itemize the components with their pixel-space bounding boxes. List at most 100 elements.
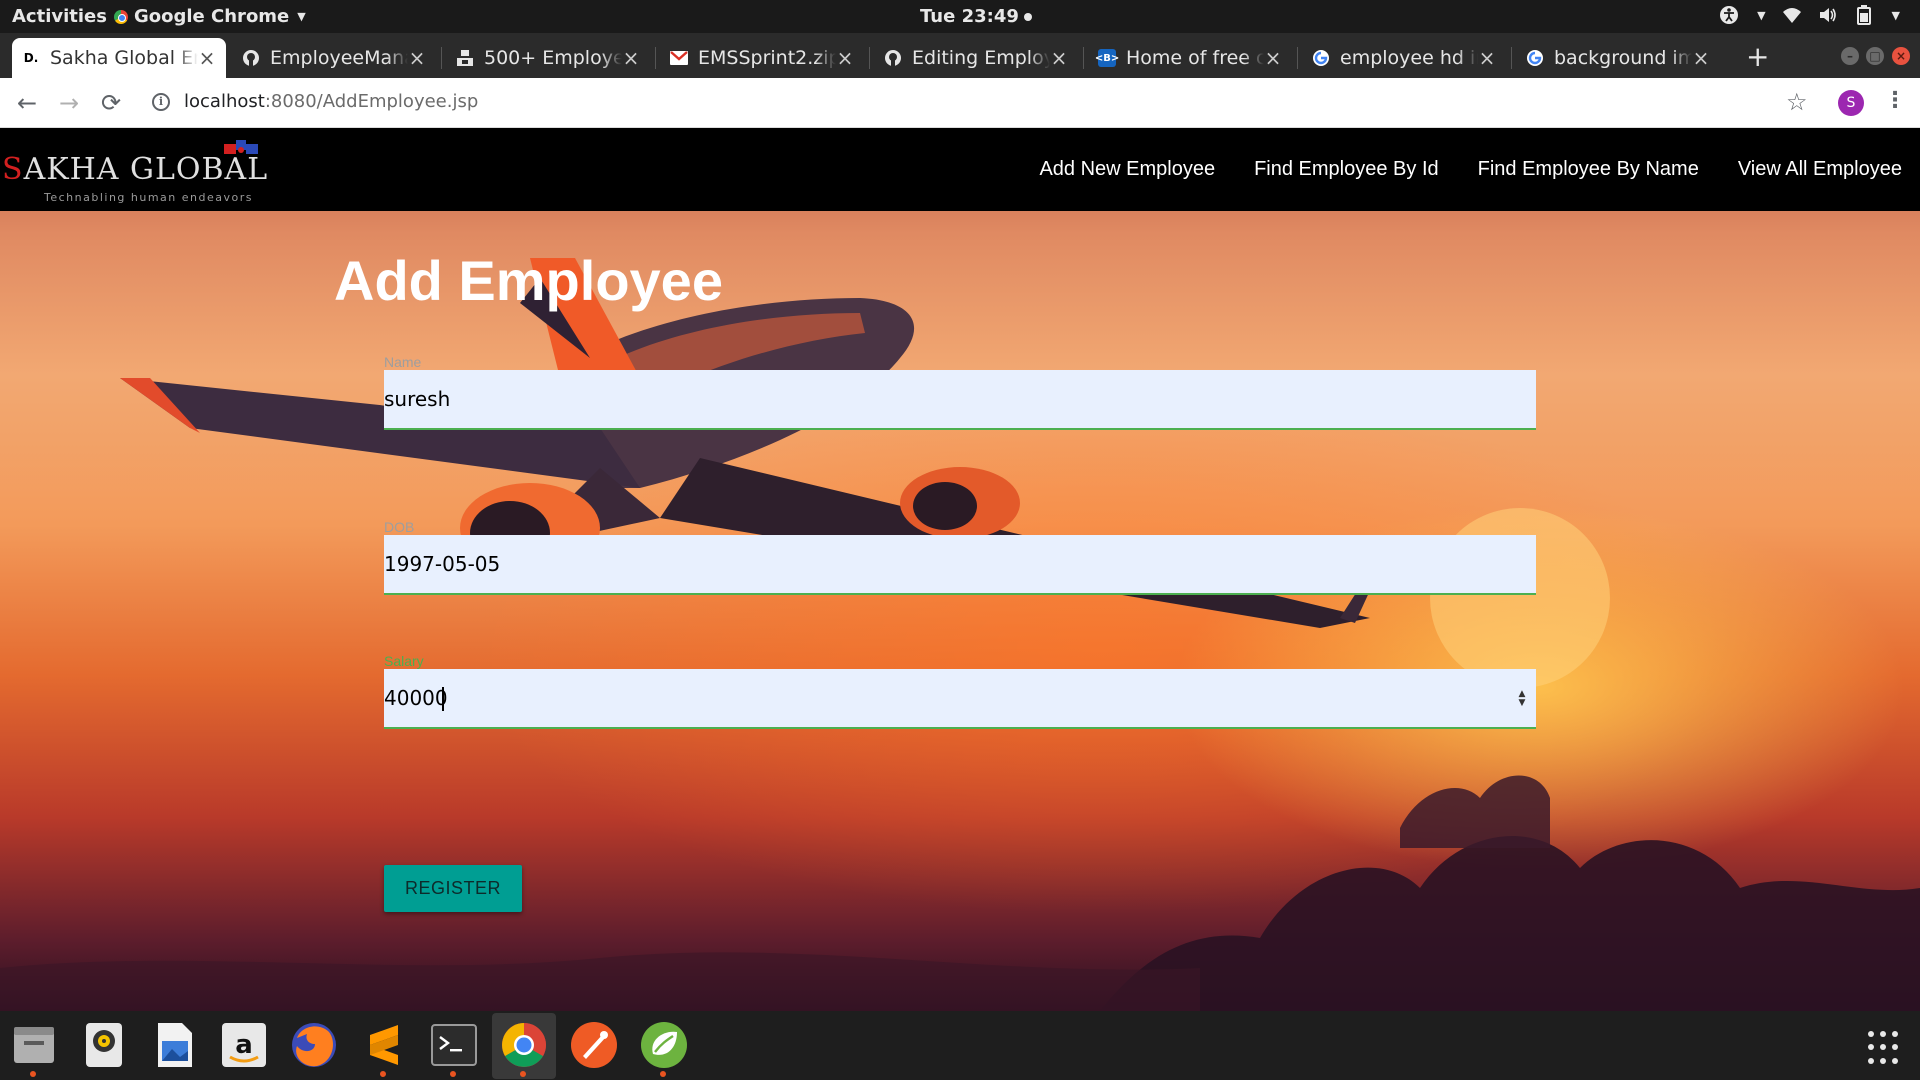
profile-avatar[interactable]: S	[1838, 90, 1864, 116]
wifi-icon	[1782, 5, 1802, 25]
files-icon[interactable]	[8, 1019, 60, 1077]
close-icon[interactable]: ×	[1692, 46, 1710, 70]
gmail-icon	[670, 49, 688, 67]
logo-rest: AKHA GLOBAL	[23, 152, 269, 187]
postman-icon[interactable]	[568, 1019, 620, 1071]
name-field-group: Name	[384, 350, 1536, 440]
name-input[interactable]	[384, 370, 1536, 430]
sakha-global-logo[interactable]: SAKHA GLOBAL Technabling human endeavors	[2, 134, 267, 206]
app-menu-label: Google Chrome	[134, 6, 290, 27]
nav-add-new-employee[interactable]: Add New Employee	[1039, 158, 1215, 181]
close-icon[interactable]: ×	[408, 46, 426, 70]
spin-down-icon[interactable]: ▼	[1519, 699, 1526, 708]
address-bar[interactable]: i localhost:8080/AddEmployee.jsp	[152, 91, 478, 112]
tab-employee-photos[interactable]: 500+ Employee Stock Photos ×	[446, 38, 650, 78]
browser-toolbar: ← → ⟳ i localhost:8080/AddEmployee.jsp ☆…	[0, 78, 1920, 128]
tab-separator	[1297, 47, 1298, 69]
forward-button[interactable]: →	[56, 90, 82, 116]
back-button[interactable]: ←	[14, 90, 40, 116]
tab-separator	[869, 47, 870, 69]
tab-separator	[1511, 47, 1512, 69]
chrome-menu-icon[interactable]: ⋮	[1884, 88, 1906, 113]
spring-tool-suite-icon[interactable]	[638, 1019, 690, 1077]
image-viewer-icon[interactable]	[148, 1019, 200, 1071]
window-close-button[interactable]: ×	[1892, 47, 1910, 65]
reload-button[interactable]: ⟳	[98, 90, 124, 116]
tab-strip: D. Sakha Global Employee Management × Em…	[0, 33, 1920, 78]
tab-separator	[441, 47, 442, 69]
chevron-down-icon: ▼	[1891, 8, 1900, 22]
system-tray[interactable]: ▼ ▼	[1719, 5, 1900, 25]
activities-button[interactable]: Activities	[12, 6, 107, 27]
firefox-icon[interactable]	[288, 1019, 340, 1071]
close-icon[interactable]: ×	[1478, 46, 1496, 70]
url-host: localhost	[184, 91, 265, 112]
text-cursor	[442, 687, 444, 711]
maximize-button[interactable]: □	[1866, 47, 1884, 65]
close-icon[interactable]: ×	[836, 46, 854, 70]
github-icon	[242, 49, 260, 67]
dob-field-group: DOB	[384, 515, 1536, 605]
tab-title: 500+ Employee Stock Photos	[484, 47, 622, 69]
battery-icon	[1854, 5, 1874, 25]
accessibility-icon[interactable]	[1719, 5, 1739, 25]
close-icon[interactable]: ×	[1050, 46, 1068, 70]
register-button[interactable]: REGISTER	[384, 865, 522, 912]
clock-label: Tue 23:49	[920, 6, 1019, 27]
close-icon[interactable]: ×	[1264, 46, 1282, 70]
sublime-text-icon[interactable]	[358, 1019, 410, 1077]
tab-employee-management[interactable]: EmployeeManagement ×	[232, 38, 436, 78]
nav-find-employee-by-name[interactable]: Find Employee By Name	[1478, 158, 1699, 181]
url-path: :8080/AddEmployee.jsp	[264, 91, 479, 112]
tab-background-images[interactable]: background images ×	[1516, 38, 1720, 78]
app-menu[interactable]: Google Chrome ▼	[114, 6, 306, 27]
amazon-icon[interactable]: a	[218, 1019, 270, 1071]
main-nav: Add New Employee Find Employee By Id Fin…	[1039, 158, 1902, 181]
chevron-down-icon: ▼	[297, 10, 306, 23]
rhythmbox-icon[interactable]	[78, 1019, 130, 1071]
clock[interactable]: Tue 23:49	[920, 6, 1032, 27]
dob-input[interactable]	[384, 535, 1536, 595]
tab-separator	[1083, 47, 1084, 69]
salary-input[interactable]	[384, 669, 1536, 729]
new-tab-button[interactable]: +	[1746, 43, 1769, 71]
show-applications-icon[interactable]	[1868, 1031, 1902, 1065]
logo-wordmark: SAKHA GLOBAL	[2, 152, 268, 187]
close-icon[interactable]: ×	[198, 46, 216, 70]
chrome-icon	[114, 9, 128, 24]
dob-label: DOB	[384, 519, 415, 535]
tab-home-of-free-code[interactable]: <B> Home of free code ×	[1088, 38, 1292, 78]
google-icon	[1312, 49, 1330, 67]
google-icon	[1526, 49, 1544, 67]
tab-ems-sprint-zip[interactable]: EMSSprint2.zip ×	[660, 38, 864, 78]
tab-separator	[655, 47, 656, 69]
tab-sakha-global[interactable]: D. Sakha Global Employee Management ×	[12, 38, 226, 78]
tab-title: Home of free code	[1126, 47, 1264, 69]
chrome-icon[interactable]	[498, 1019, 550, 1077]
tab-title: Editing EmployeeManagement	[912, 47, 1050, 69]
salary-field-group: Salary ▲ ▼	[384, 649, 1536, 739]
unsplash-icon	[456, 49, 474, 67]
notification-dot-icon	[1023, 12, 1032, 21]
tab-employee-hd-images[interactable]: employee hd images ×	[1302, 38, 1506, 78]
d-letter-icon: D.	[23, 51, 39, 65]
salary-label: Salary	[384, 653, 424, 669]
tab-editing-employee[interactable]: Editing EmployeeManagement ×	[874, 38, 1078, 78]
number-spinner[interactable]: ▲ ▼	[1516, 689, 1528, 709]
tab-title: Sakha Global Employee Management	[50, 47, 198, 69]
bootstrap-icon: <B>	[1095, 49, 1119, 67]
name-label: Name	[384, 354, 422, 370]
web-page: SAKHA GLOBAL Technabling human endeavors…	[0, 128, 1920, 1011]
nav-find-employee-by-id[interactable]: Find Employee By Id	[1254, 158, 1439, 181]
bookmark-star-icon[interactable]: ☆	[1786, 88, 1808, 116]
info-icon[interactable]: i	[152, 92, 170, 111]
site-navbar: SAKHA GLOBAL Technabling human endeavors…	[0, 128, 1920, 211]
volume-icon	[1818, 5, 1838, 25]
minimize-button[interactable]: –	[1841, 47, 1859, 65]
terminal-icon[interactable]	[428, 1019, 480, 1077]
nav-view-all-employee[interactable]: View All Employee	[1738, 158, 1902, 181]
tab-title: employee hd images	[1340, 47, 1478, 69]
github-icon	[884, 49, 902, 67]
tab-title: EMSSprint2.zip	[698, 47, 836, 69]
close-icon[interactable]: ×	[622, 46, 640, 70]
